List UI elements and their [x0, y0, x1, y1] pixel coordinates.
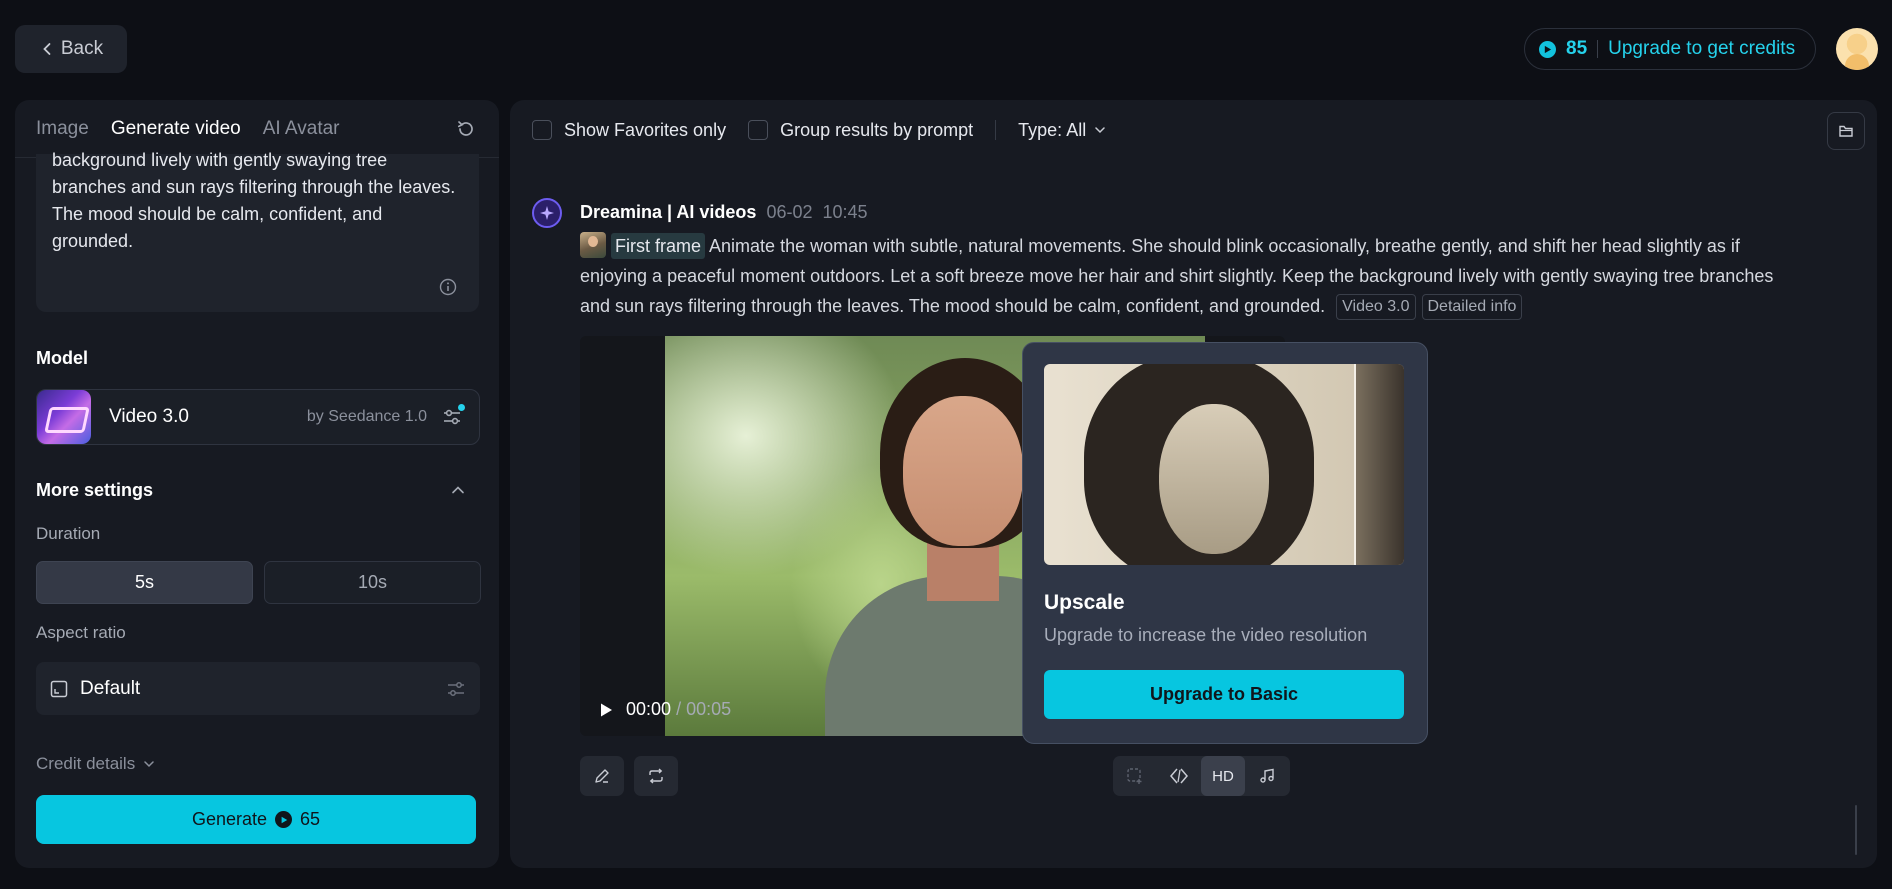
music-note-icon [1260, 768, 1274, 783]
comparison-right [1356, 364, 1404, 565]
model-section-title: Model [36, 348, 88, 368]
model-settings-icon[interactable] [441, 404, 465, 428]
duration-10s-button[interactable]: 10s [264, 561, 481, 604]
prompt-message: First frame Animate the woman with subtle… [580, 231, 1800, 321]
credit-details-label: Credit details [36, 754, 136, 773]
message-date: 06-02 [766, 202, 813, 222]
chevron-down-icon [144, 761, 154, 768]
results-panel: Show Favorites only Group results by pro… [510, 100, 1877, 868]
group-checkbox[interactable] [748, 120, 769, 140]
prompt-text: background lively with gently swaying tr… [52, 150, 456, 251]
generation-panel: Image Generate video AI Avatar backgroun… [15, 100, 499, 868]
prompt-textarea[interactable]: background lively with gently swaying tr… [36, 150, 479, 312]
upgrade-credits-link[interactable]: Upgrade to get credits [1608, 38, 1795, 60]
group-label: Group results by prompt [780, 119, 974, 140]
model-tag[interactable]: Video 3.0 [1336, 294, 1416, 320]
chevron-down-icon [1095, 127, 1105, 134]
upscale-popover: Upscale Upgrade to increase the video re… [1022, 342, 1428, 744]
message-header: Dreamina | AI videos 06-02 10:45 [580, 202, 868, 223]
extend-frame-button[interactable] [1113, 756, 1157, 796]
favorites-filter[interactable]: Show Favorites only [532, 120, 726, 141]
model-provider: by Seedance 1.0 [306, 408, 427, 425]
message-time: 10:45 [822, 202, 868, 222]
model-thumbnail [37, 390, 91, 444]
model-selector[interactable]: Video 3.0 by Seedance 1.0 [36, 389, 480, 445]
group-filter[interactable]: Group results by prompt [748, 120, 973, 141]
model-name: Video 3.0 [109, 406, 189, 427]
upscale-preview-image [1044, 364, 1404, 565]
aspect-ratio-icon [50, 680, 68, 697]
folder-button[interactable] [1827, 112, 1865, 150]
generate-cost: 65 [300, 809, 321, 829]
type-filter-dropdown[interactable]: Type: All [1018, 120, 1106, 141]
favorites-label: Show Favorites only [564, 119, 727, 140]
user-avatar[interactable] [1836, 28, 1878, 70]
video-subject-face [903, 396, 1023, 546]
prompt-body: Animate the woman with subtle, natural m… [580, 236, 1774, 316]
pencil-icon [595, 769, 609, 783]
author-name: Dreamina | AI videos [580, 202, 757, 222]
current-time: 00:00 [626, 699, 672, 719]
total-time: / 00:05 [676, 699, 732, 719]
more-settings-title: More settings [36, 480, 154, 500]
chevron-left-icon [43, 43, 51, 55]
diamond-arrows-icon [1170, 768, 1188, 784]
back-label: Back [60, 38, 104, 59]
reset-icon[interactable] [455, 118, 477, 140]
favorites-checkbox[interactable] [532, 120, 552, 140]
folder-icon [1839, 125, 1853, 137]
first-frame-thumbnail[interactable] [580, 232, 606, 258]
upgrade-to-basic-button[interactable]: Upgrade to Basic [1044, 670, 1404, 719]
upscale-title: Upscale [1044, 591, 1125, 614]
aspect-ratio-selector[interactable]: Default [36, 662, 480, 715]
aspect-ratio-value: Default [80, 677, 141, 699]
filter-bar: Show Favorites only Group results by pro… [532, 118, 1128, 142]
scrollbar-thumb[interactable] [1855, 805, 1857, 855]
hd-upscale-button[interactable]: HD [1201, 756, 1245, 796]
duration-5s-button[interactable]: 5s [36, 561, 253, 604]
credit-coin-icon [275, 811, 293, 828]
detailed-info-tag[interactable]: Detailed info [1421, 294, 1523, 320]
duration-label: Duration [36, 524, 101, 543]
credits-pill[interactable]: 85 Upgrade to get credits [1524, 28, 1816, 70]
video-tools: HD [1113, 756, 1290, 796]
repeat-icon [649, 768, 663, 784]
upscale-description: Upgrade to increase the video resolution [1044, 625, 1368, 645]
first-frame-chip[interactable]: First frame [611, 233, 706, 259]
edit-button[interactable] [580, 756, 624, 796]
video-controls: 00:00 / 00:05 [598, 699, 731, 720]
dreamina-logo-icon [532, 198, 562, 228]
preview-face [1159, 404, 1269, 554]
notification-dot [458, 404, 465, 411]
chevron-up-icon[interactable] [451, 483, 465, 497]
regenerate-button[interactable] [634, 756, 678, 796]
play-icon[interactable] [598, 702, 614, 718]
add-frame-icon [1127, 768, 1142, 784]
add-audio-button[interactable] [1245, 756, 1289, 796]
aspect-ratio-label: Aspect ratio [36, 623, 126, 642]
type-filter-label: Type: All [1018, 119, 1087, 140]
pill-divider [1597, 40, 1599, 58]
credit-coin-icon [1539, 40, 1556, 58]
back-button[interactable]: Back [15, 25, 127, 73]
generate-label: Generate [191, 809, 268, 829]
generate-button[interactable]: Generate 65 [36, 795, 476, 844]
sliders-icon [448, 681, 464, 696]
credit-count: 85 [1566, 38, 1588, 59]
filter-divider [995, 120, 997, 140]
interpolate-button[interactable] [1157, 756, 1201, 796]
info-icon[interactable] [439, 278, 457, 296]
credit-details-toggle[interactable]: Credit details [36, 754, 155, 774]
